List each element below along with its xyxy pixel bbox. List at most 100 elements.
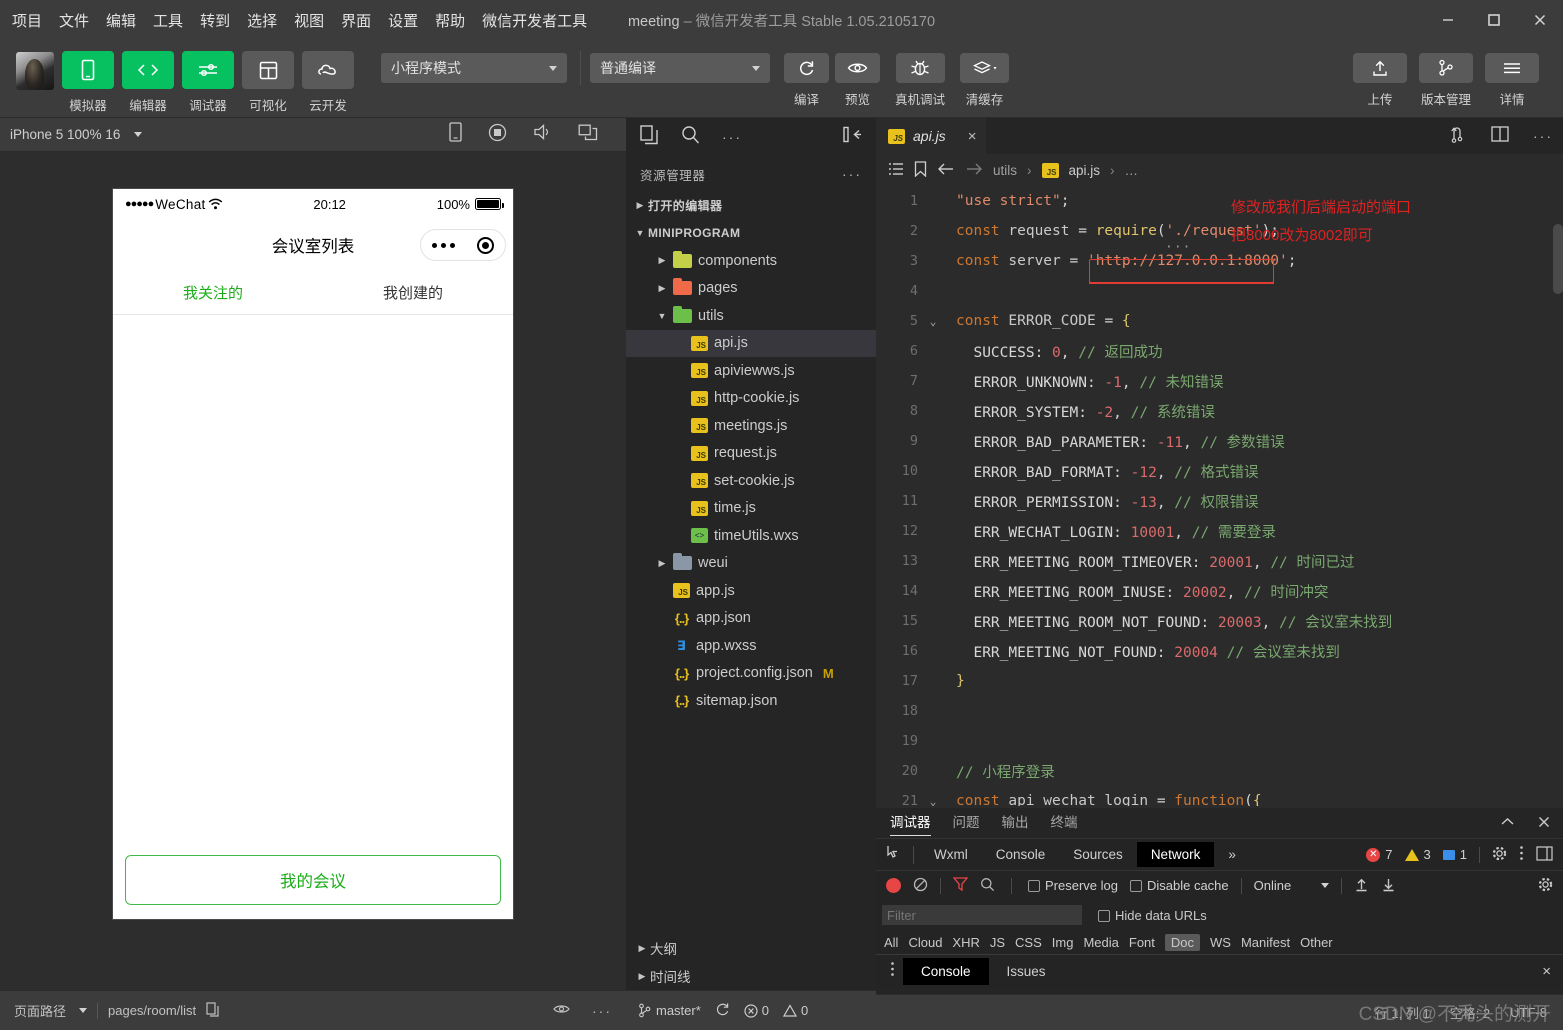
- resource-type-manifest[interactable]: Manifest: [1241, 935, 1290, 950]
- hide-data-urls-checkbox[interactable]: Hide data URLs: [1098, 908, 1207, 923]
- git-branch-indicator[interactable]: master*: [638, 1003, 701, 1018]
- tab-followed[interactable]: 我关注的: [113, 271, 313, 314]
- copy-icon[interactable]: [206, 1001, 219, 1020]
- import-har-icon[interactable]: [1354, 877, 1369, 895]
- my-meetings-button[interactable]: 我的会议: [125, 855, 501, 905]
- clear-icon[interactable]: [913, 877, 928, 895]
- eye-icon[interactable]: [553, 1003, 570, 1018]
- resource-type-img[interactable]: Img: [1052, 935, 1074, 950]
- toolbar-button-details[interactable]: 详情: [1485, 53, 1539, 108]
- menu-item-5[interactable]: 选择: [247, 10, 277, 31]
- cursor-position[interactable]: 行 1, 列 1: [1375, 1003, 1430, 1022]
- menu-item-9[interactable]: 帮助: [435, 10, 465, 31]
- toolbar-button-debugger[interactable]: 调试器: [182, 51, 234, 114]
- section-outline[interactable]: ▶ 大纲: [626, 934, 876, 962]
- panel-tab-problems[interactable]: 问题: [953, 811, 980, 835]
- section-project-root[interactable]: ▼ MINIPROGRAM: [626, 220, 876, 248]
- toolbar-button-visualization[interactable]: 可视化: [242, 51, 294, 114]
- breadcrumb-symbol[interactable]: …: [1125, 163, 1139, 178]
- maximize-button[interactable]: [1471, 0, 1517, 40]
- error-indicator[interactable]: ✕ 7: [1366, 847, 1393, 862]
- back-arrow-icon[interactable]: [937, 162, 955, 179]
- section-open-editors[interactable]: ▶ 打开的编辑器: [626, 192, 876, 220]
- resource-type-xhr[interactable]: XHR: [952, 935, 979, 950]
- record-icon[interactable]: [488, 123, 507, 147]
- code-content[interactable]: 修改成我们后端启动的端口 把8000改为8002即可 ··· 1 "use str…: [876, 186, 1563, 806]
- tree-file-timeUtils.wxs[interactable]: ▶<>timeUtils.wxs: [626, 522, 876, 550]
- filter-input[interactable]: [882, 905, 1082, 925]
- menu-item-1[interactable]: 文件: [59, 10, 89, 31]
- encoding-setting[interactable]: UTF-8: [1510, 1005, 1547, 1020]
- files-icon[interactable]: [640, 124, 659, 150]
- menu-item-4[interactable]: 转到: [200, 10, 230, 31]
- more-dots-icon[interactable]: [432, 242, 455, 248]
- resource-type-font[interactable]: Font: [1129, 935, 1155, 950]
- more-icon[interactable]: ···: [1533, 128, 1553, 144]
- tree-file-set-cookie.js[interactable]: ▶JSset-cookie.js: [626, 467, 876, 495]
- drawer-close-icon[interactable]: ×: [1542, 963, 1563, 980]
- tree-folder-weui[interactable]: ▶ weui: [626, 550, 876, 578]
- tree-folder-pages[interactable]: ▶ pages: [626, 275, 876, 303]
- gear-icon[interactable]: [1492, 846, 1507, 864]
- resource-type-all[interactable]: All: [884, 935, 898, 950]
- close-button[interactable]: [1517, 0, 1563, 40]
- split-pane-icon[interactable]: [1491, 125, 1509, 147]
- inspect-element-icon[interactable]: [884, 844, 913, 866]
- chevron-up-icon[interactable]: [1500, 815, 1515, 831]
- bookmark-icon[interactable]: [914, 160, 927, 180]
- dock-icon[interactable]: [1536, 845, 1553, 864]
- tree-file-project.config.json[interactable]: ▶{..}project.config.jsonM: [626, 660, 876, 688]
- close-icon[interactable]: ×: [968, 128, 977, 145]
- sync-icon[interactable]: [715, 1002, 730, 1020]
- warning-indicator[interactable]: 3: [1404, 847, 1431, 862]
- minimize-button[interactable]: [1425, 0, 1471, 40]
- tree-file-time.js[interactable]: ▶JStime.js: [626, 495, 876, 523]
- filter-icon[interactable]: [952, 877, 969, 894]
- menu-item-10[interactable]: 微信开发者工具: [482, 10, 587, 31]
- tree-file-http-cookie.js[interactable]: ▶JShttp-cookie.js: [626, 385, 876, 413]
- fold-toggle-icon[interactable]: ⌄: [924, 315, 942, 328]
- close-icon[interactable]: [1537, 815, 1551, 832]
- resource-type-media[interactable]: Media: [1083, 935, 1118, 950]
- tree-file-apiviewws.js[interactable]: ▶JSapiviewws.js: [626, 357, 876, 385]
- breadcrumb-folder[interactable]: utils: [993, 163, 1017, 178]
- warning-count[interactable]: 0: [783, 1003, 808, 1018]
- menu-item-8[interactable]: 设置: [388, 10, 418, 31]
- editor-scrollbar-thumb[interactable]: [1553, 224, 1563, 294]
- kebab-menu-icon[interactable]: [1519, 845, 1524, 864]
- breadcrumb-file[interactable]: api.js: [1069, 163, 1101, 178]
- resource-type-other[interactable]: Other: [1300, 935, 1333, 950]
- throttling-select[interactable]: Online: [1254, 878, 1330, 893]
- device-selector[interactable]: iPhone 5 100% 16: [10, 127, 143, 142]
- toolbar-button-simulator[interactable]: 模拟器: [62, 51, 114, 114]
- cdp-tab-network[interactable]: Network: [1136, 842, 1215, 867]
- device-rotate-icon[interactable]: [449, 122, 462, 147]
- explorer-more-icon[interactable]: ···: [842, 166, 862, 182]
- cdp-tab-wxml[interactable]: Wxml: [920, 842, 982, 867]
- toolbar-button-clear-cache[interactable]: 清缓存: [960, 53, 1010, 108]
- resource-type-css[interactable]: CSS: [1015, 935, 1042, 950]
- cdp-tab-sources[interactable]: Sources: [1059, 842, 1137, 867]
- wechat-capsule[interactable]: [420, 229, 506, 261]
- info-indicator[interactable]: 1: [1442, 847, 1467, 862]
- panel-tab-terminal[interactable]: 终端: [1051, 811, 1078, 835]
- toolbar-button-preview[interactable]: 预览: [835, 53, 880, 108]
- section-timeline[interactable]: ▶ 时间线: [626, 962, 876, 990]
- toolbar-button-version-control[interactable]: 版本管理: [1419, 53, 1473, 108]
- network-settings-gear-icon[interactable]: [1538, 877, 1553, 895]
- split-editor-icon[interactable]: [1450, 125, 1467, 148]
- editor-tab-api-js[interactable]: JS api.js ×: [876, 118, 987, 154]
- close-miniprogram-icon[interactable]: [477, 236, 494, 254]
- tree-file-app.js[interactable]: ▶JSapp.js: [626, 577, 876, 605]
- drawer-tab-issues[interactable]: Issues: [989, 958, 1064, 985]
- resource-type-doc[interactable]: Doc: [1164, 933, 1201, 951]
- cdp-tabs-overflow[interactable]: »: [1214, 842, 1250, 867]
- toolbar-button-editor[interactable]: 编辑器: [122, 51, 174, 114]
- toolbar-button-compile[interactable]: 编译: [784, 53, 829, 108]
- tree-file-app.json[interactable]: ▶{..}app.json: [626, 605, 876, 633]
- forward-arrow-icon[interactable]: [965, 162, 983, 179]
- panel-tab-debugger[interactable]: 调试器: [890, 811, 931, 836]
- cdp-tab-console[interactable]: Console: [982, 842, 1060, 867]
- menu-item-7[interactable]: 界面: [341, 10, 371, 31]
- kebab-menu-icon[interactable]: [882, 961, 903, 982]
